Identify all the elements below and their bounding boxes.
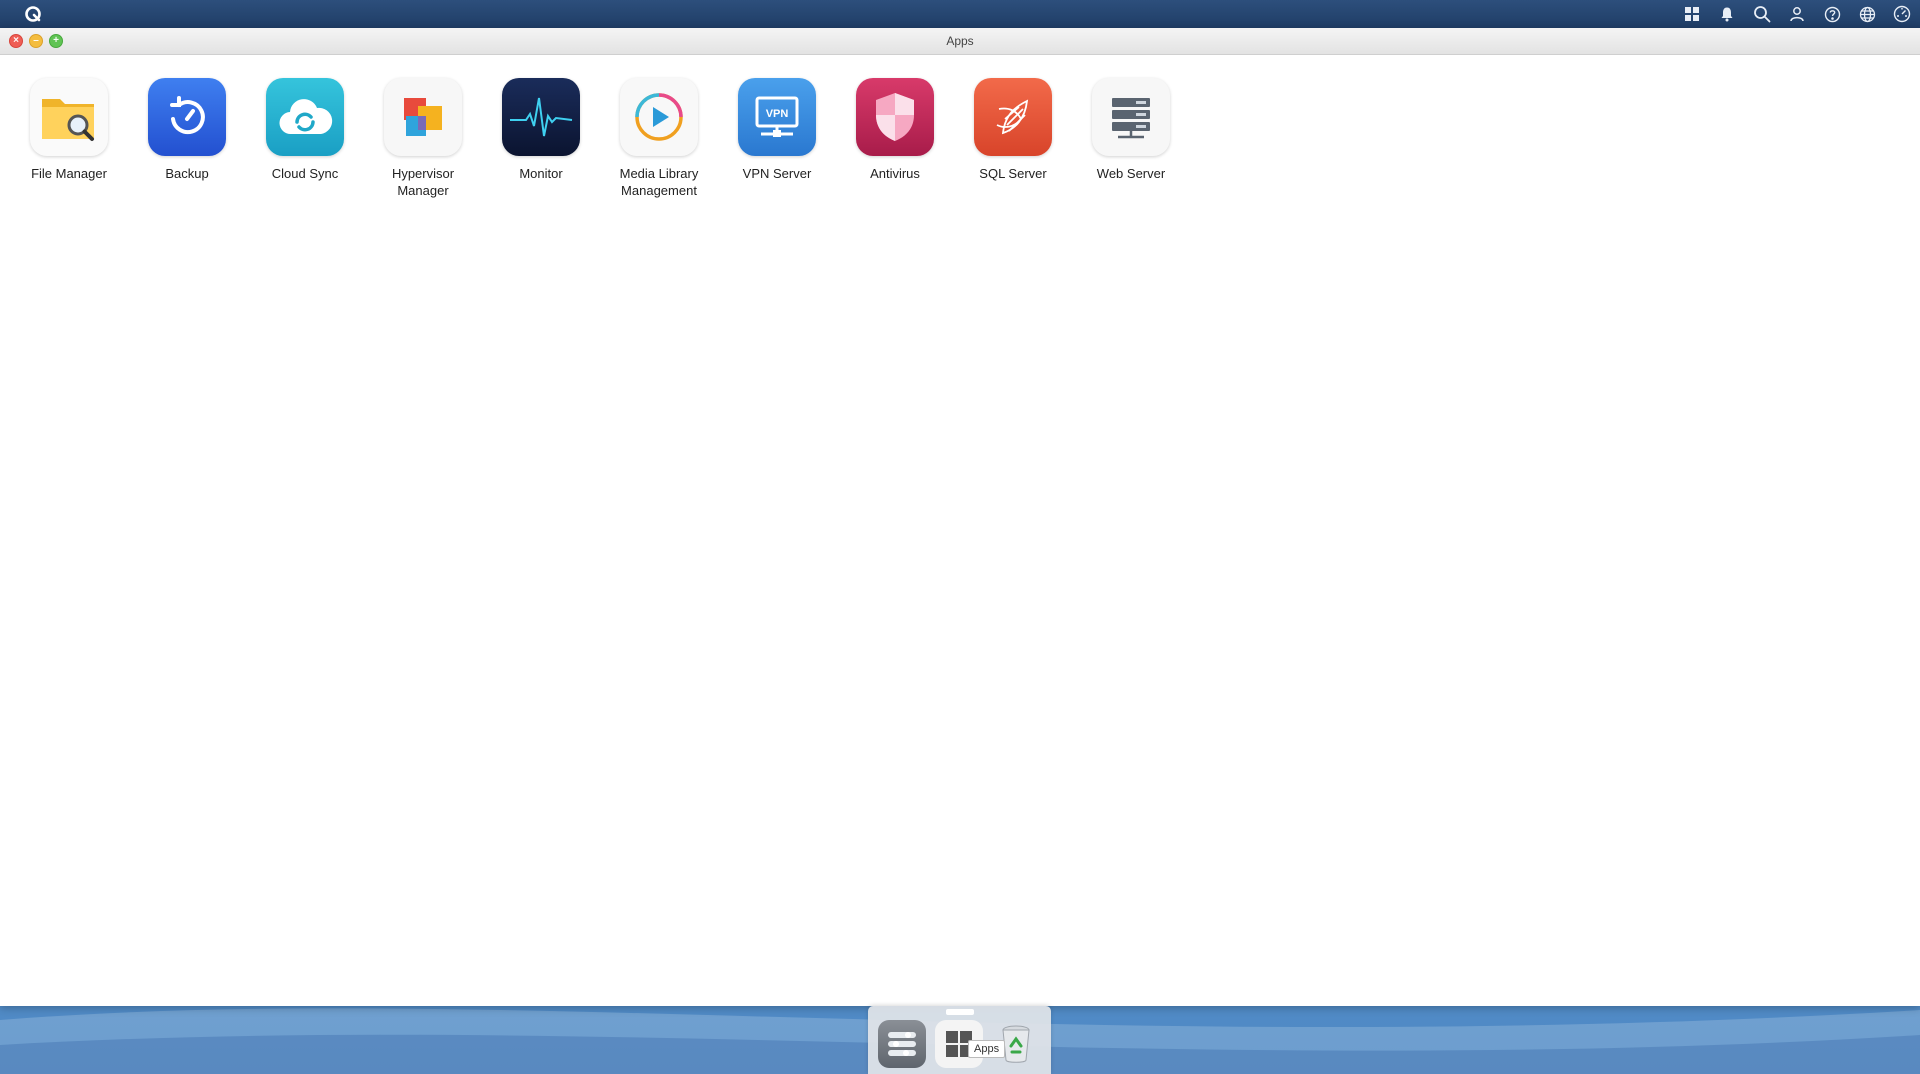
app-label: Monitor bbox=[519, 166, 563, 181]
active-window-indicator bbox=[946, 1009, 974, 1015]
qnap-logo-icon[interactable] bbox=[24, 5, 42, 23]
dashboard-icon[interactable] bbox=[1890, 2, 1914, 26]
app-label: Hypervisor Manager bbox=[391, 166, 455, 198]
media-library-icon bbox=[620, 78, 698, 156]
file-manager-icon bbox=[30, 78, 108, 156]
app-cloud-sync[interactable]: Cloud Sync bbox=[246, 78, 364, 199]
vpn-icon-text: VPN bbox=[766, 108, 789, 120]
app-web-server[interactable]: Web Server bbox=[1072, 78, 1190, 199]
app-label: Media Library Management bbox=[619, 166, 699, 198]
dock-tooltip: Apps bbox=[968, 1040, 1006, 1058]
app-label: File Manager bbox=[31, 166, 107, 181]
app-antivirus[interactable]: Antivirus bbox=[836, 78, 954, 199]
app-label: Cloud Sync bbox=[271, 166, 339, 181]
hypervisor-manager-icon bbox=[384, 78, 462, 156]
app-hypervisor-manager[interactable]: Hypervisor Manager bbox=[364, 78, 482, 199]
globe-icon[interactable] bbox=[1855, 2, 1879, 26]
user-icon[interactable] bbox=[1785, 2, 1809, 26]
app-label: VPN Server bbox=[742, 166, 812, 181]
bell-icon[interactable] bbox=[1715, 2, 1739, 26]
app-backup[interactable]: Backup bbox=[128, 78, 246, 199]
app-label: Web Server bbox=[1096, 166, 1166, 181]
taskbar-dock: Apps bbox=[868, 1006, 1051, 1074]
vpn-server-icon: VPN bbox=[738, 78, 816, 156]
app-grid: File Manager Backup Cloud Sync Hyperviso… bbox=[10, 78, 1190, 199]
app-sql-server[interactable]: SQL Server bbox=[954, 78, 1072, 199]
sql-server-icon bbox=[974, 78, 1052, 156]
app-vpn-server[interactable]: VPN VPN Server bbox=[718, 78, 836, 199]
app-label: SQL Server bbox=[979, 166, 1047, 181]
web-server-icon bbox=[1092, 78, 1170, 156]
antivirus-icon bbox=[856, 78, 934, 156]
apps-grid-icon[interactable] bbox=[1680, 2, 1704, 26]
window-title: Apps bbox=[946, 34, 974, 48]
help-icon[interactable] bbox=[1820, 2, 1844, 26]
app-media-library-management[interactable]: Media Library Management bbox=[600, 78, 718, 199]
dock-control-panel[interactable] bbox=[878, 1020, 926, 1068]
app-monitor[interactable]: Monitor bbox=[482, 78, 600, 199]
search-icon[interactable] bbox=[1750, 2, 1774, 26]
backup-icon bbox=[148, 78, 226, 156]
apps-window: × – + Apps File Manager Backup Cloud Syn… bbox=[0, 28, 1920, 1006]
cloud-sync-icon bbox=[266, 78, 344, 156]
monitor-icon bbox=[502, 78, 580, 156]
app-label: Backup bbox=[165, 166, 209, 181]
app-file-manager[interactable]: File Manager bbox=[10, 78, 128, 199]
control-panel-icon bbox=[888, 1032, 916, 1056]
window-titlebar[interactable]: × – + Apps bbox=[0, 28, 1920, 55]
system-top-bar bbox=[0, 0, 1920, 28]
app-label: Antivirus bbox=[870, 166, 920, 181]
